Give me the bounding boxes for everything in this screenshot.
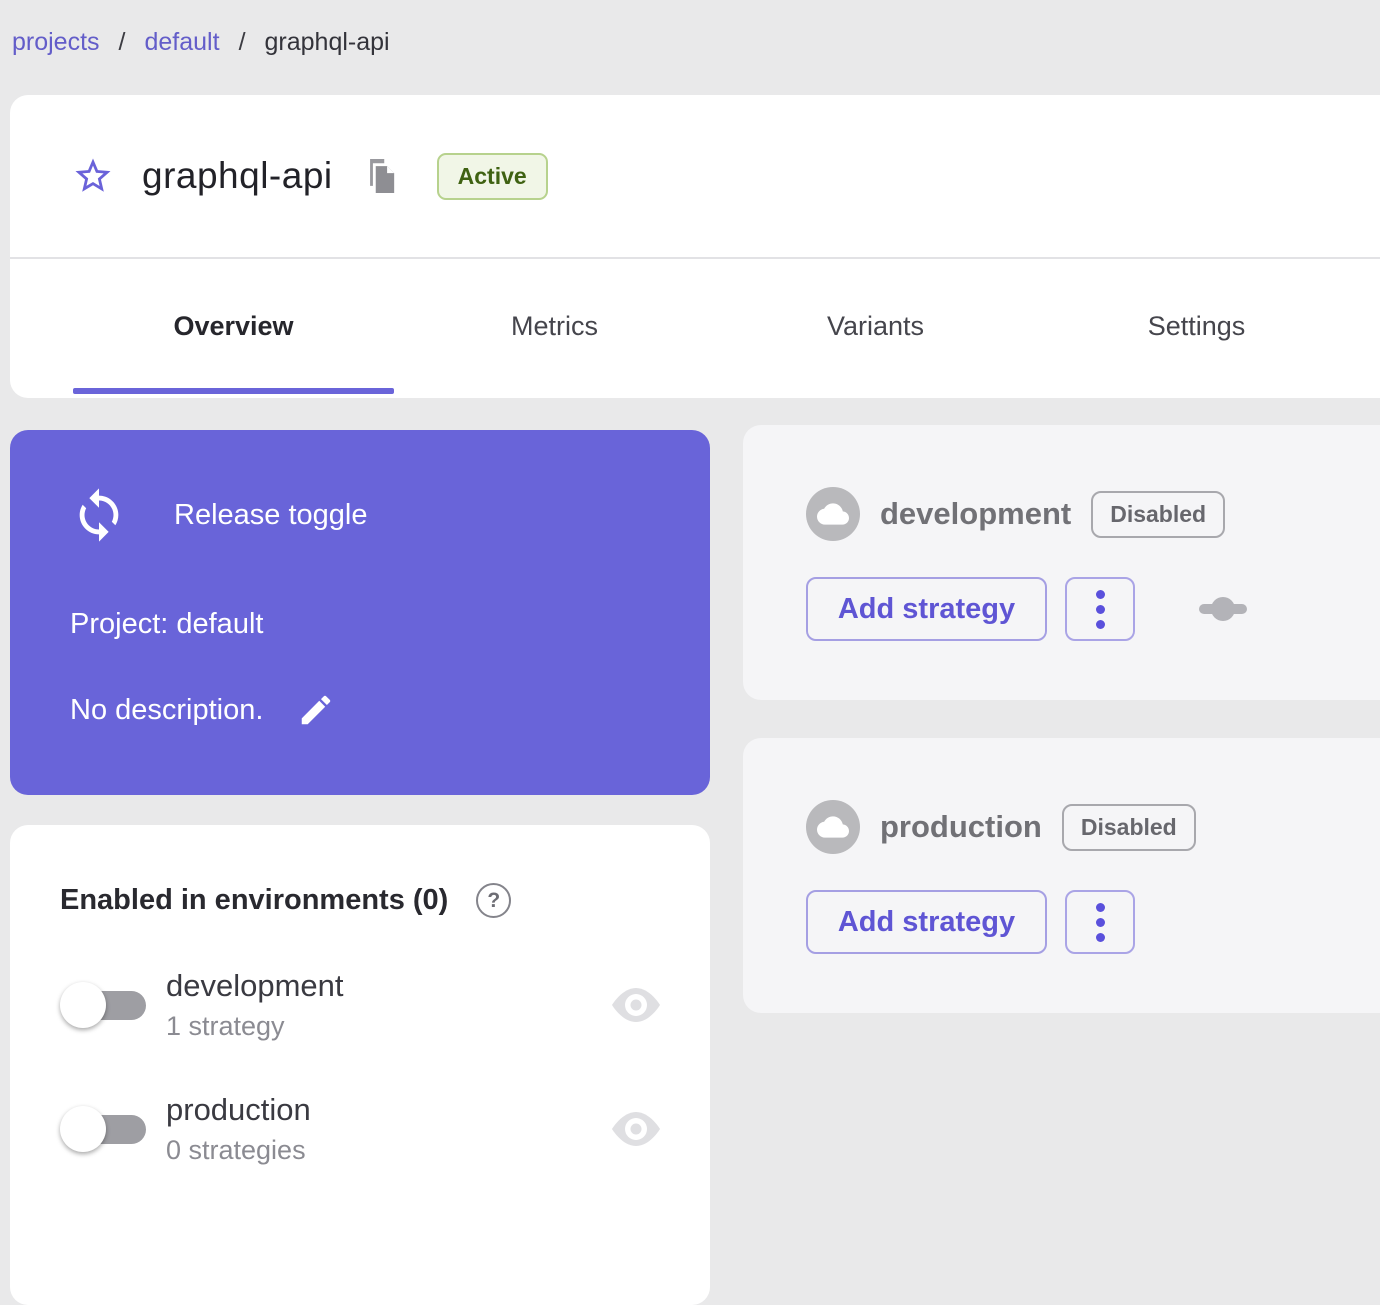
feature-header: graphql-api Active bbox=[10, 95, 1380, 259]
environment-toggle-switch[interactable] bbox=[60, 981, 148, 1029]
tab-bar: Overview Metrics Variants Settings bbox=[10, 259, 1380, 394]
environment-avatar bbox=[806, 800, 860, 854]
environment-row-name: development bbox=[166, 968, 344, 1003]
environment-menu-button[interactable] bbox=[1065, 890, 1135, 954]
environment-status-badge: Disabled bbox=[1061, 803, 1196, 851]
breadcrumb-current: graphql-api bbox=[264, 28, 390, 56]
tab-settings[interactable]: Settings bbox=[1036, 259, 1357, 394]
environment-avatar bbox=[806, 487, 860, 541]
switch-thumb bbox=[60, 982, 106, 1028]
environment-strategy-count: 0 strategies bbox=[166, 1135, 306, 1165]
status-badge: Active bbox=[436, 152, 548, 200]
cloud-icon bbox=[817, 503, 849, 525]
add-strategy-button[interactable]: Add strategy bbox=[806, 577, 1047, 641]
environment-menu-button[interactable] bbox=[1065, 577, 1135, 641]
add-strategy-button[interactable]: Add strategy bbox=[806, 890, 1047, 954]
environment-row-name: production bbox=[166, 1092, 311, 1127]
kebab-dot bbox=[1095, 589, 1105, 599]
breadcrumb-separator: / bbox=[238, 28, 246, 56]
environment-name: production bbox=[880, 809, 1042, 844]
sync-loop-icon bbox=[79, 488, 119, 542]
panel-title: Enabled in environments (0) bbox=[60, 884, 449, 916]
page-title: graphql-api bbox=[142, 155, 333, 196]
environment-name: development bbox=[880, 496, 1072, 531]
copy-name-icon[interactable] bbox=[363, 157, 397, 195]
environment-card-development: development Disabled Add strategy bbox=[743, 425, 1380, 700]
breadcrumb-separator: / bbox=[118, 28, 126, 56]
environment-row-development: development 1 strategy bbox=[60, 968, 686, 1042]
kebab-dot bbox=[1095, 604, 1105, 614]
description-text: No description. bbox=[70, 693, 264, 726]
breadcrumb-link-default[interactable]: default bbox=[145, 28, 220, 57]
environment-strategy-count: 1 strategy bbox=[166, 1011, 285, 1041]
environment-card-production: production Disabled Add strategy bbox=[743, 738, 1380, 1013]
cloud-icon bbox=[817, 816, 849, 838]
toggle-type-label: Release toggle bbox=[174, 498, 368, 531]
strategy-slider-icon[interactable] bbox=[1197, 592, 1249, 626]
kebab-dot bbox=[1095, 619, 1105, 629]
help-icon[interactable]: ? bbox=[476, 883, 512, 918]
kebab-dot bbox=[1095, 917, 1105, 927]
environment-row-production: production 0 strategies bbox=[60, 1092, 686, 1166]
environment-toggle-switch[interactable] bbox=[60, 1105, 148, 1153]
kebab-dot bbox=[1095, 932, 1105, 942]
breadcrumb: projects / default / graphql-api bbox=[12, 28, 390, 57]
breadcrumb-link-projects[interactable]: projects bbox=[12, 28, 100, 57]
tab-variants[interactable]: Variants bbox=[715, 259, 1036, 394]
toggle-type-card: Release toggle Project: default No descr… bbox=[10, 430, 710, 795]
environment-status-badge: Disabled bbox=[1091, 490, 1226, 538]
edit-pencil-icon[interactable] bbox=[297, 691, 335, 729]
tab-metrics[interactable]: Metrics bbox=[394, 259, 715, 394]
tab-overview[interactable]: Overview bbox=[73, 259, 394, 394]
feature-header-card: graphql-api Active Overview Metrics Vari… bbox=[10, 95, 1380, 398]
project-label: Project: default bbox=[70, 608, 264, 640]
favorite-star-icon[interactable] bbox=[72, 155, 114, 197]
visibility-eye-icon[interactable] bbox=[610, 1110, 662, 1148]
kebab-dot bbox=[1095, 902, 1105, 912]
enabled-environments-panel: Enabled in environments (0) ? developmen… bbox=[10, 825, 710, 1305]
switch-thumb bbox=[60, 1106, 106, 1152]
visibility-eye-icon[interactable] bbox=[610, 986, 662, 1024]
